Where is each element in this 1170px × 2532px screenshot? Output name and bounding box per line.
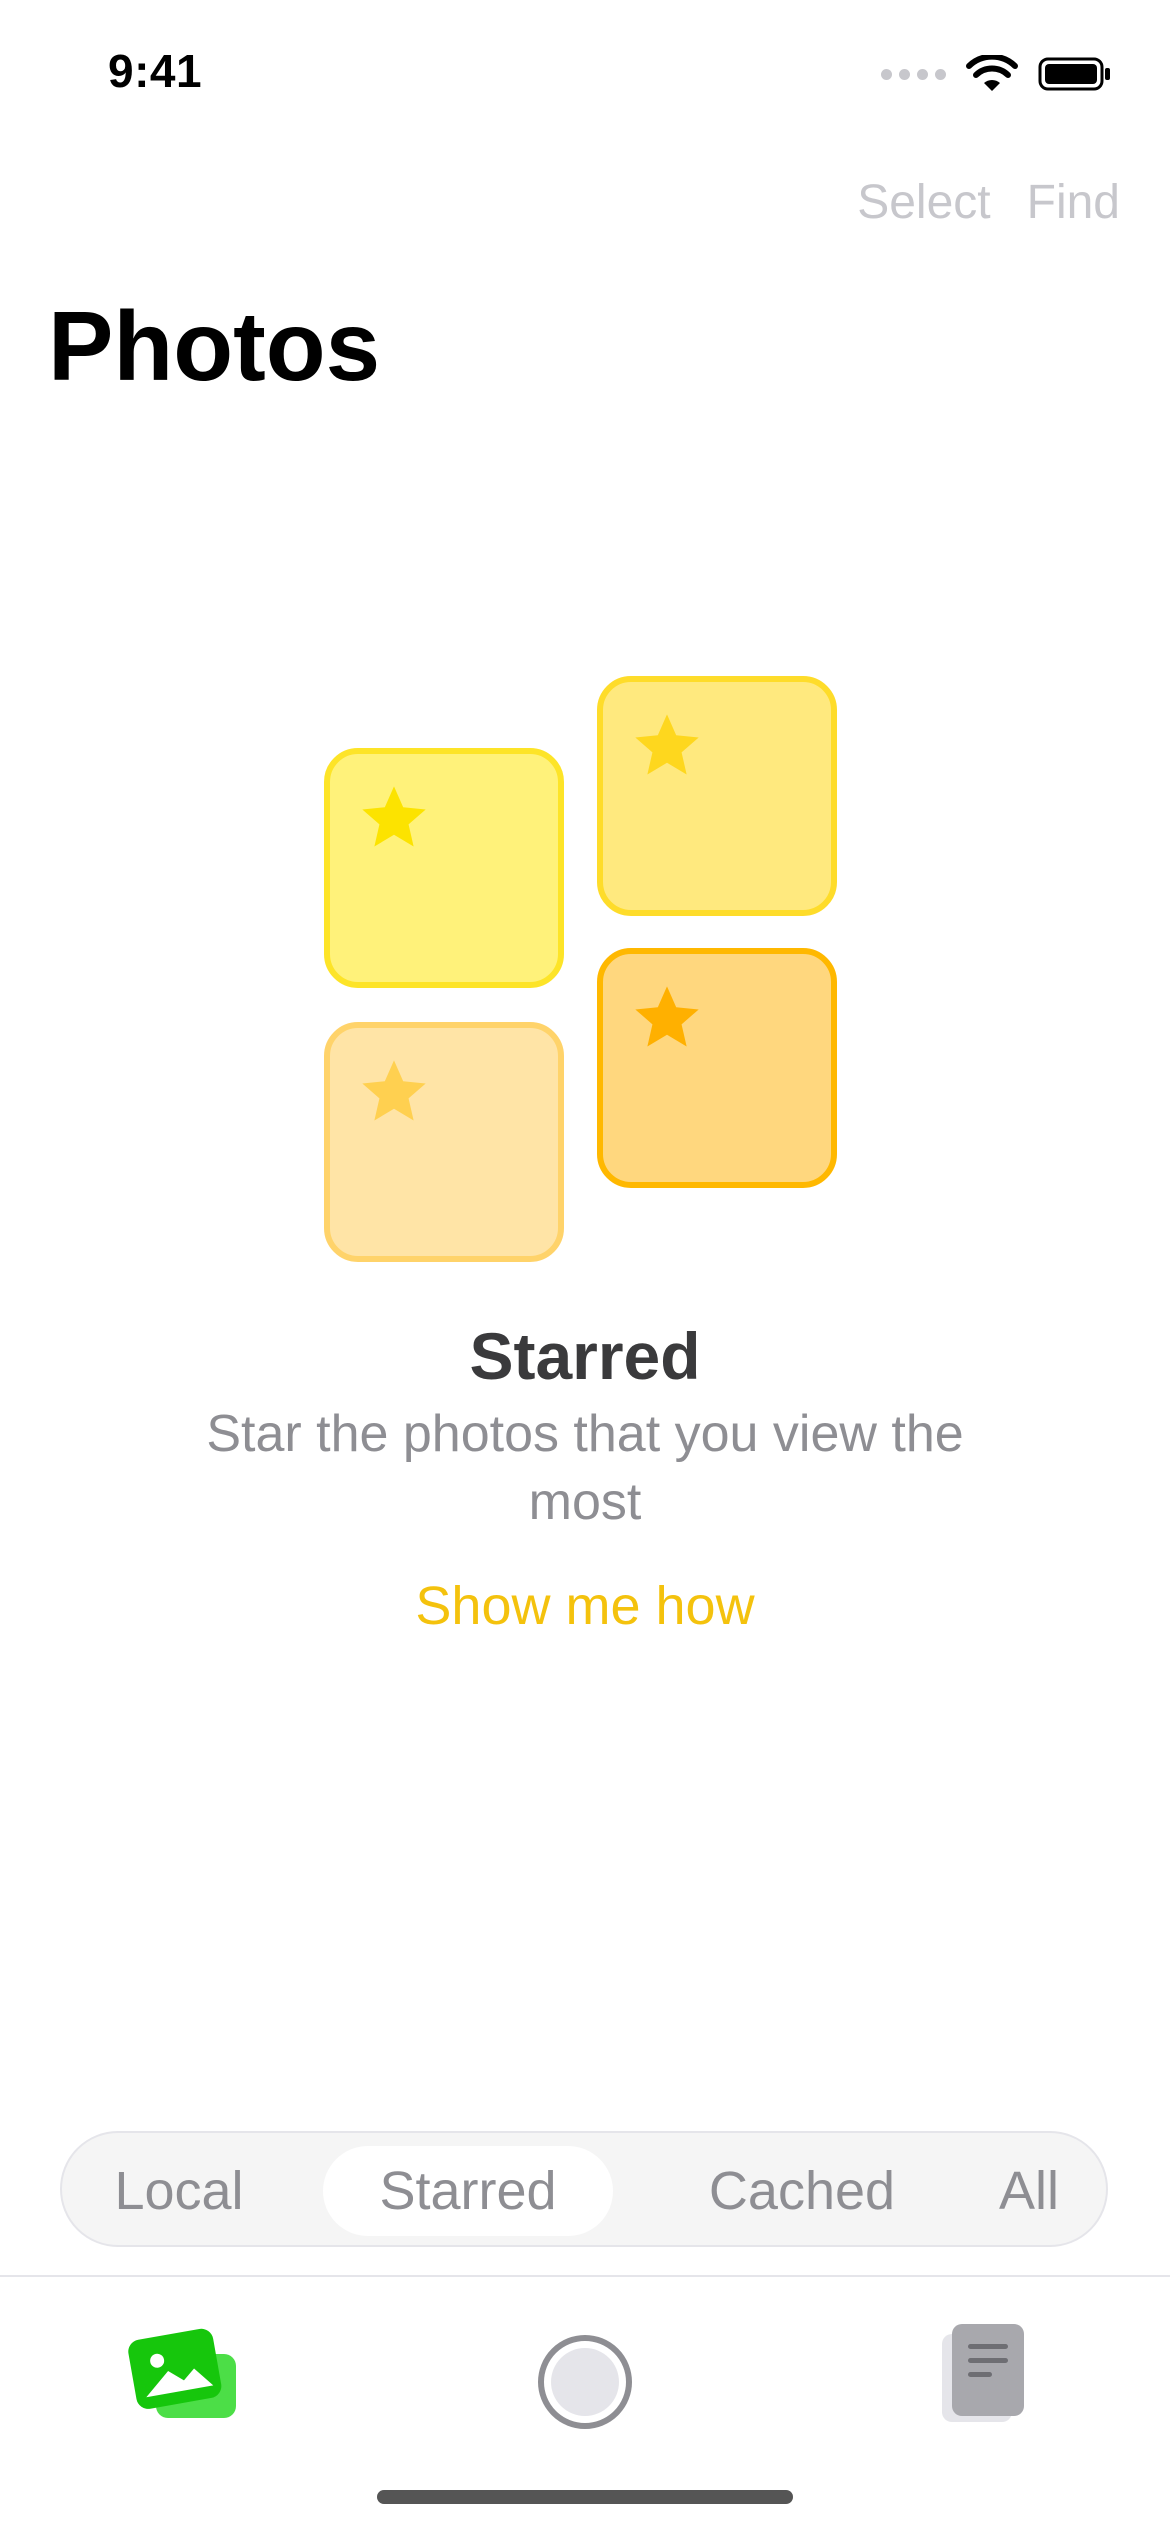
- nav-actions: Select Find: [857, 175, 1120, 230]
- select-button[interactable]: Select: [857, 175, 990, 230]
- segment-all[interactable]: All: [974, 2146, 1084, 2236]
- wifi-icon: [966, 55, 1018, 91]
- camera-shutter-icon: [538, 2335, 632, 2429]
- tabbar-divider: [0, 2275, 1170, 2277]
- cellular-signal-icon: [881, 68, 946, 80]
- starred-tile-top-right: [597, 676, 837, 916]
- documents-icon: [942, 2324, 1024, 2422]
- segment-starred[interactable]: Starred: [323, 2146, 613, 2236]
- star-icon: [362, 786, 426, 847]
- starred-tile-top-left: [324, 748, 564, 988]
- segment-local[interactable]: Local: [84, 2146, 274, 2236]
- battery-icon: [1038, 57, 1110, 91]
- star-icon: [362, 1060, 426, 1121]
- show-me-how-link[interactable]: Show me how: [0, 1575, 1170, 1637]
- star-icon: [635, 714, 699, 775]
- home-indicator: [377, 2490, 793, 2504]
- status-indicators: [881, 52, 1112, 96]
- find-button[interactable]: Find: [1027, 175, 1120, 230]
- page-title: Photos: [48, 291, 381, 401]
- album-filter-segmented-control: Local Starred Cached All: [60, 2131, 1108, 2247]
- status-time: 9:41: [108, 45, 203, 97]
- tab-photos[interactable]: [124, 2320, 244, 2430]
- starred-tile-bottom-right: [597, 948, 837, 1188]
- segment-cached[interactable]: Cached: [682, 2146, 922, 2236]
- empty-state-title: Starred: [469, 1319, 701, 1393]
- star-icon: [635, 986, 699, 1047]
- tab-camera[interactable]: [535, 2332, 635, 2432]
- starred-tile-bottom-left: [324, 1022, 564, 1262]
- photos-icon: [128, 2328, 236, 2418]
- tab-documents[interactable]: [940, 2320, 1030, 2430]
- empty-state-description: Star the photos that you view the most: [206, 1405, 964, 1531]
